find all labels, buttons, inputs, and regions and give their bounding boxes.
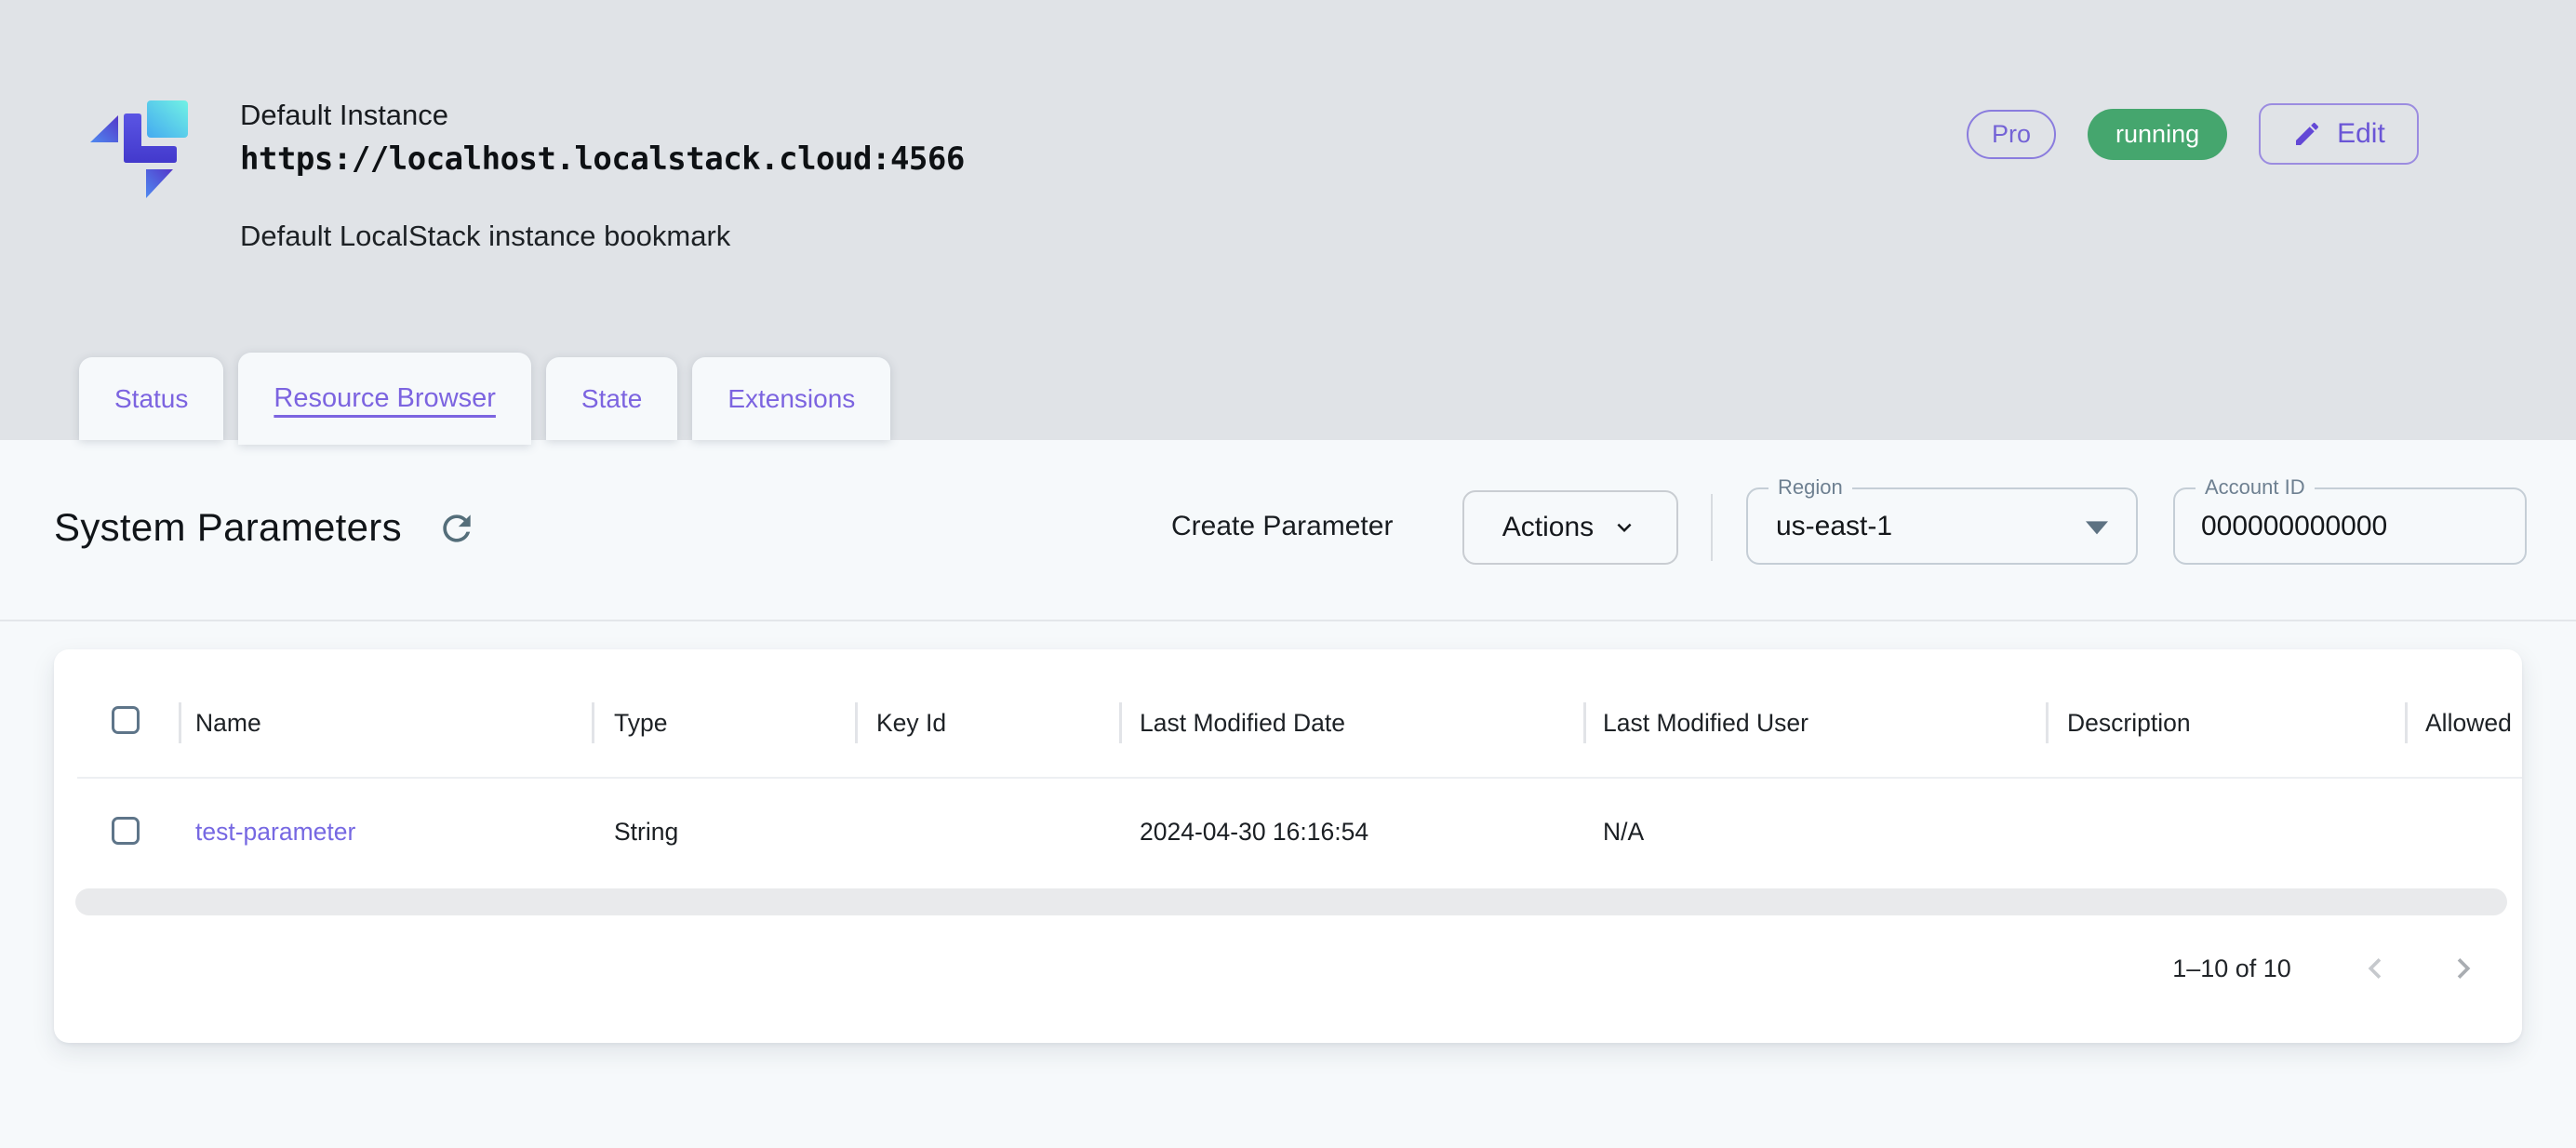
instance-title: Default Instance: [240, 97, 965, 134]
pencil-icon: [2292, 119, 2322, 149]
localstack-logo-icon: [90, 100, 188, 198]
select-all-checkbox[interactable]: [112, 706, 140, 734]
section-divider: [0, 620, 2576, 621]
instance-url: https://localhost.localstack.cloud:4566: [240, 138, 965, 180]
row-checkbox[interactable]: [112, 817, 140, 845]
horizontal-scrollbar[interactable]: [75, 888, 2507, 915]
column-separator: [855, 702, 858, 743]
parameter-modified-user-cell: N/A: [1603, 818, 1644, 847]
instance-subtitle: Default LocalStack instance bookmark: [240, 220, 965, 253]
instance-tabs: Status Resource Browser State Extensions: [79, 353, 890, 440]
tab-state[interactable]: State: [546, 357, 677, 440]
parameters-table-card: Name Type Key Id Last Modified Date Last…: [54, 649, 2522, 1043]
column-separator: [592, 702, 594, 743]
column-separator: [1119, 702, 1122, 743]
column-header-name[interactable]: Name: [195, 709, 261, 738]
tab-resource-browser[interactable]: Resource Browser: [238, 353, 531, 445]
column-separator: [2046, 702, 2049, 743]
actions-dropdown-button[interactable]: Actions: [1462, 490, 1678, 565]
column-separator: [2405, 702, 2408, 743]
column-header-last-modified-user[interactable]: Last Modified User: [1603, 709, 1809, 738]
region-select-label: Region: [1768, 475, 1852, 500]
parameter-name-link[interactable]: test-parameter: [195, 818, 355, 847]
instance-header: Default Instance https://localhost.local…: [240, 97, 965, 253]
row-divider: [77, 777, 2522, 779]
region-select-value: us-east-1: [1776, 511, 1892, 542]
refresh-button[interactable]: [434, 507, 479, 552]
column-separator: [1583, 702, 1586, 743]
account-id-input[interactable]: [2201, 489, 2499, 563]
tab-status[interactable]: Status: [79, 357, 223, 440]
chevron-left-icon: [2355, 948, 2396, 989]
plan-badge: Pro: [1967, 110, 2056, 159]
actions-dropdown-label: Actions: [1502, 512, 1594, 543]
page-title: System Parameters: [54, 505, 402, 550]
next-page-button[interactable]: [2441, 947, 2486, 992]
create-parameter-button[interactable]: Create Parameter: [1171, 511, 1393, 542]
region-select[interactable]: Region us-east-1: [1746, 487, 2138, 565]
status-badge: running: [2088, 109, 2227, 160]
parameter-modified-date-cell: 2024-04-30 16:16:54: [1140, 818, 1368, 847]
column-header-allowed[interactable]: Allowed: [2425, 709, 2512, 738]
column-header-key-id[interactable]: Key Id: [876, 709, 946, 738]
column-separator: [179, 702, 181, 743]
header-badges: Pro running Edit: [1967, 95, 2419, 173]
chevron-right-icon: [2443, 948, 2484, 989]
column-header-type[interactable]: Type: [614, 709, 667, 738]
column-header-description[interactable]: Description: [2067, 709, 2191, 738]
tab-extensions[interactable]: Extensions: [692, 357, 890, 440]
localstack-instance-page: Default Instance https://localhost.local…: [0, 0, 2576, 1148]
parameter-type-cell: String: [614, 818, 678, 847]
account-id-field: Account ID: [2173, 487, 2527, 565]
edit-button[interactable]: Edit: [2259, 103, 2419, 165]
toolbar-divider: [1711, 494, 1713, 561]
pagination-range-label: 1–10 of 10: [2129, 954, 2334, 983]
column-header-last-modified-date[interactable]: Last Modified Date: [1140, 709, 1345, 738]
chevron-down-icon: [1610, 514, 1638, 541]
triangle-down-icon: [2086, 521, 2108, 534]
refresh-icon: [436, 508, 477, 549]
resource-browser-panel: System Parameters Create Parameter Actio…: [0, 440, 2576, 1148]
previous-page-button[interactable]: [2353, 947, 2397, 992]
edit-button-label: Edit: [2337, 118, 2385, 150]
